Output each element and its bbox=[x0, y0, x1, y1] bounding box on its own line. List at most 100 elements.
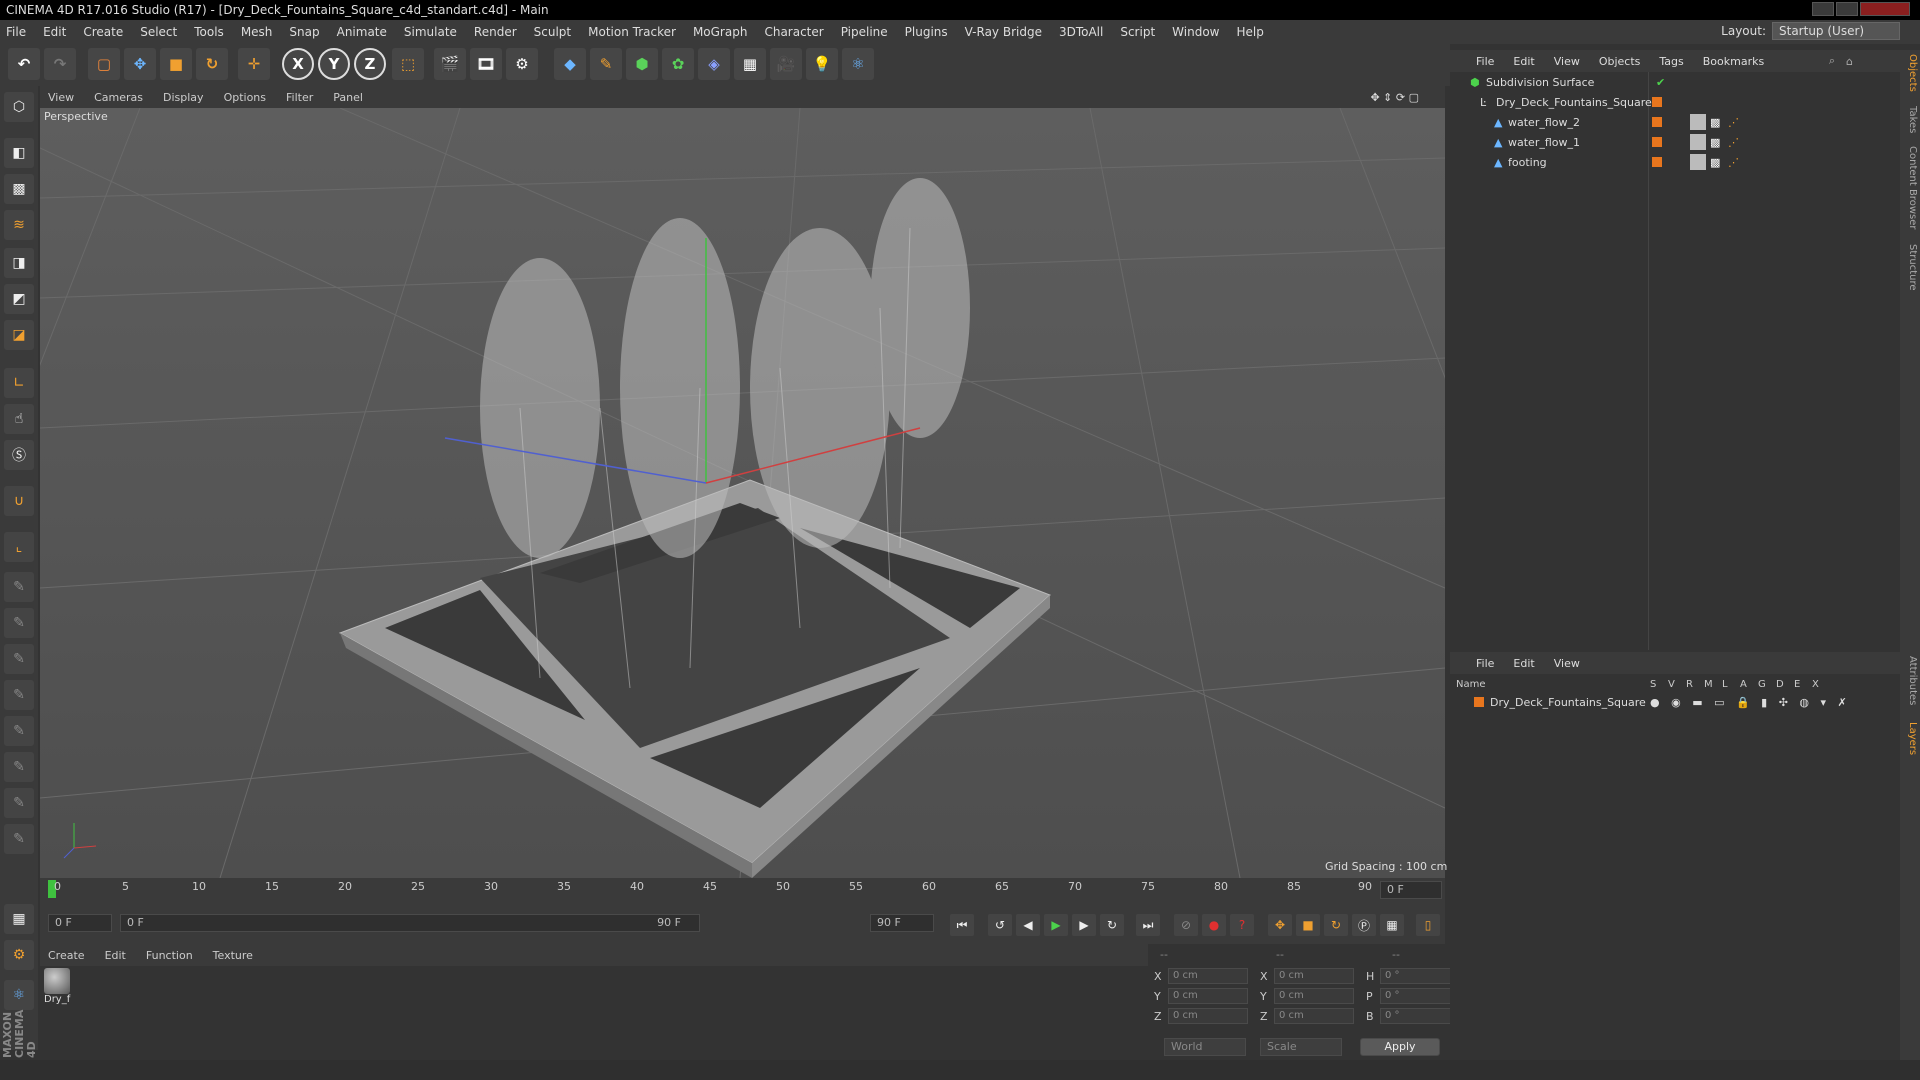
play-icon[interactable]: ▶ bbox=[1044, 914, 1068, 936]
workplane-icon[interactable]: ≋ bbox=[4, 210, 34, 240]
tweak-icon[interactable]: ☝ bbox=[4, 404, 34, 434]
menu-sculpt[interactable]: Sculpt bbox=[534, 25, 571, 39]
next-key-icon[interactable]: ↻ bbox=[1100, 914, 1124, 936]
menu-edit[interactable]: Edit bbox=[43, 25, 66, 39]
phong-tag-icon[interactable]: ⋰ bbox=[1728, 156, 1739, 169]
rotation-p-field[interactable]: 0 ° bbox=[1380, 988, 1460, 1004]
camera-icon[interactable]: 🎥 bbox=[770, 48, 802, 80]
key-rotation-icon[interactable]: ↻ bbox=[1324, 914, 1348, 936]
menu-animate[interactable]: Animate bbox=[337, 25, 387, 39]
sculpt-brush-4-icon[interactable]: ✎ bbox=[4, 680, 34, 710]
mograph-cloner-icon[interactable]: ✿ bbox=[662, 48, 694, 80]
apply-button[interactable]: Apply bbox=[1360, 1038, 1440, 1056]
menu-mesh[interactable]: Mesh bbox=[241, 25, 273, 39]
tree-row-footing[interactable]: ▲ footing ▩ ⋰ bbox=[1450, 152, 1900, 172]
floor-icon[interactable]: ▦ bbox=[734, 48, 766, 80]
material-swatch[interactable]: Dry_f bbox=[44, 968, 74, 1012]
viewport-nav-icons[interactable]: ✥ ⇕ ⟳ ▢ bbox=[1370, 91, 1419, 104]
timeline-ruler[interactable]: 0 5 10 15 20 25 30 35 40 45 50 55 60 65 … bbox=[40, 878, 1445, 902]
tree-row-water-flow-1[interactable]: ▲ water_flow_1 ▩ ⋰ bbox=[1450, 132, 1900, 152]
viewport-3d[interactable] bbox=[40, 108, 1445, 878]
live-selection-icon[interactable]: ▢ bbox=[88, 48, 120, 80]
sculpt-brush-2-icon[interactable]: ✎ bbox=[4, 608, 34, 638]
subdivision-icon[interactable]: ⬢ bbox=[626, 48, 658, 80]
obj-menu-file[interactable]: File bbox=[1476, 55, 1494, 68]
vp-menu-cameras[interactable]: Cameras bbox=[94, 91, 143, 104]
vp-menu-display[interactable]: Display bbox=[163, 91, 204, 104]
redo-icon[interactable]: ↷ bbox=[44, 48, 76, 80]
search-icon[interactable]: ⌕ bbox=[1829, 54, 1835, 68]
menu-mograph[interactable]: MoGraph bbox=[693, 25, 748, 39]
tab-content-browser[interactable]: Content Browser bbox=[1902, 146, 1918, 229]
uv-tag-icon[interactable]: ▩ bbox=[1710, 136, 1720, 149]
layout-dropdown[interactable]: Startup (User) bbox=[1772, 22, 1900, 40]
edges-mode-icon[interactable]: ◩ bbox=[4, 284, 34, 314]
menu-help[interactable]: Help bbox=[1236, 25, 1263, 39]
coordinate-system-icon[interactable]: ⬚ bbox=[392, 48, 424, 80]
autokey-icon[interactable]: ? bbox=[1230, 914, 1254, 936]
rotation-h-field[interactable]: 0 ° bbox=[1380, 968, 1460, 984]
uv-tag-icon[interactable]: ▩ bbox=[1710, 116, 1720, 129]
render-picture-viewer-icon[interactable]: 🎞 bbox=[470, 48, 502, 80]
goto-start-icon[interactable]: ⏮ bbox=[950, 914, 974, 936]
layer-color-chip[interactable] bbox=[1652, 97, 1662, 107]
current-frame-field[interactable]: 0 F bbox=[1380, 881, 1442, 899]
tab-takes[interactable]: Takes bbox=[1902, 106, 1918, 133]
menu-plugins[interactable]: Plugins bbox=[905, 25, 948, 39]
menu-file[interactable]: File bbox=[6, 25, 26, 39]
axis-mode-icon[interactable]: ∟ bbox=[4, 368, 34, 398]
home-icon[interactable]: ⌂ bbox=[1846, 55, 1853, 68]
position-x-field[interactable]: 0 cm bbox=[1168, 968, 1248, 984]
menu-render[interactable]: Render bbox=[474, 25, 517, 39]
sculpt-brush-1-icon[interactable]: ✎ bbox=[4, 572, 34, 602]
key-position-icon[interactable]: ✥ bbox=[1268, 914, 1292, 936]
move-icon[interactable]: ✥ bbox=[124, 48, 156, 80]
tree-row-fountains-square[interactable]: Ŀ Dry_Deck_Fountains_Square bbox=[1450, 92, 1900, 112]
tab-objects[interactable]: Objects bbox=[1902, 54, 1918, 92]
rotate-icon[interactable]: ↻ bbox=[196, 48, 228, 80]
material-tag-icon[interactable] bbox=[1690, 134, 1706, 150]
key-pla-icon[interactable]: ▦ bbox=[1380, 914, 1404, 936]
texture-mode-icon[interactable]: ▩ bbox=[4, 174, 34, 204]
mat-menu-function[interactable]: Function bbox=[146, 949, 193, 962]
layer-toggle-icons[interactable]: ● ◉ ▬ ▭ 🔒 ▮ ✣ ◍ ▾ ✗ bbox=[1650, 696, 1851, 709]
layer-menu-view[interactable]: View bbox=[1554, 657, 1580, 670]
layer-menu-file[interactable]: File bbox=[1476, 657, 1494, 670]
vp-menu-options[interactable]: Options bbox=[224, 91, 266, 104]
make-editable-icon[interactable]: ⬡ bbox=[4, 92, 34, 122]
tab-structure[interactable]: Structure bbox=[1902, 244, 1918, 291]
material-tag-icon[interactable] bbox=[1690, 154, 1706, 170]
y-axis-lock-icon[interactable]: Y bbox=[318, 48, 350, 80]
tab-layers[interactable]: Layers bbox=[1902, 722, 1918, 755]
prev-key-icon[interactable]: ↺ bbox=[988, 914, 1012, 936]
key-param-icon[interactable]: Ⓟ bbox=[1352, 914, 1376, 936]
position-y-field[interactable]: 0 cm bbox=[1168, 988, 1248, 1004]
polygons-mode-icon[interactable]: ◪ bbox=[4, 320, 34, 350]
size-y-field[interactable]: 0 cm bbox=[1274, 988, 1354, 1004]
layer-color-chip[interactable] bbox=[1652, 137, 1662, 147]
gravity-icon[interactable]: ⚙ bbox=[4, 940, 34, 970]
menu-3dtoall[interactable]: 3DToAll bbox=[1059, 25, 1103, 39]
menu-pipeline[interactable]: Pipeline bbox=[841, 25, 888, 39]
layer-menu-edit[interactable]: Edit bbox=[1513, 657, 1534, 670]
scale-icon[interactable]: ■ bbox=[160, 48, 192, 80]
python-icon[interactable]: ⚛ bbox=[842, 48, 874, 80]
layer-row[interactable]: Dry_Deck_Fountains_Square ● ◉ ▬ ▭ 🔒 ▮ ✣ … bbox=[1450, 692, 1900, 712]
pen-spline-icon[interactable]: ✎ bbox=[590, 48, 622, 80]
x-axis-lock-icon[interactable]: X bbox=[282, 48, 314, 80]
obj-menu-bookmarks[interactable]: Bookmarks bbox=[1703, 55, 1764, 68]
vp-menu-view[interactable]: View bbox=[48, 91, 74, 104]
transform-icon[interactable]: ✛ bbox=[238, 48, 270, 80]
close-button[interactable] bbox=[1860, 2, 1910, 16]
tab-attributes[interactable]: Attributes bbox=[1902, 656, 1918, 705]
render-settings-icon[interactable]: ⚙ bbox=[506, 48, 538, 80]
end-frame-field[interactable]: 90 F bbox=[870, 914, 934, 932]
grid-snap-icon[interactable]: ▦ bbox=[4, 904, 34, 934]
mat-menu-edit[interactable]: Edit bbox=[105, 949, 126, 962]
sculpt-brush-5-icon[interactable]: ✎ bbox=[4, 716, 34, 746]
z-axis-lock-icon[interactable]: Z bbox=[354, 48, 386, 80]
material-tag-icon[interactable] bbox=[1690, 114, 1706, 130]
sculpt-brush-8-icon[interactable]: ✎ bbox=[4, 824, 34, 854]
render-view-icon[interactable]: 🎬 bbox=[434, 48, 466, 80]
model-mode-icon[interactable]: ◧ bbox=[4, 138, 34, 168]
